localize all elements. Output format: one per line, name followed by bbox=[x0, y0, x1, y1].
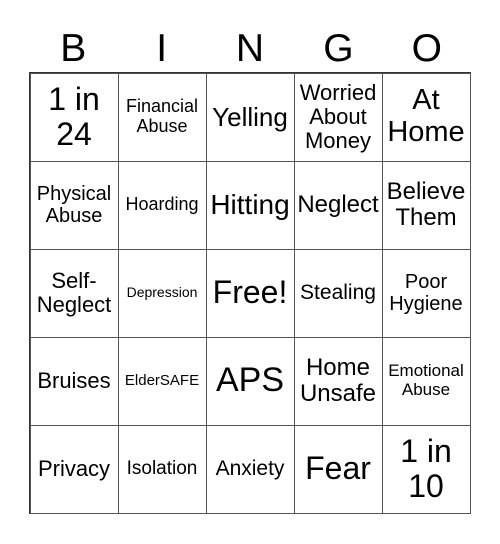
header-letter-g: G bbox=[323, 27, 354, 70]
bingo-header: B I N G O bbox=[29, 26, 471, 72]
bingo-cell[interactable]: APS bbox=[205, 336, 295, 426]
bingo-cell[interactable]: Worried About Money bbox=[293, 72, 383, 162]
bingo-cell[interactable]: Privacy bbox=[29, 424, 119, 514]
bingo-cell[interactable]: 1 in 10 bbox=[381, 424, 471, 514]
bingo-cell[interactable]: 1 in 24 bbox=[29, 72, 119, 162]
header-letter-n: N bbox=[235, 27, 265, 70]
bingo-cell[interactable]: At Home bbox=[381, 72, 471, 162]
header-letter-b: B bbox=[60, 27, 87, 70]
bingo-cell[interactable]: ElderSAFE bbox=[117, 336, 207, 426]
bingo-cell[interactable]: Fear bbox=[293, 424, 383, 514]
bingo-cell[interactable]: Hitting bbox=[205, 160, 295, 250]
bingo-grid: 1 in 24 Financial Abuse Yelling Worried Abo… bbox=[29, 72, 471, 514]
header-letter-o: O bbox=[411, 27, 442, 70]
bingo-cell[interactable]: Poor Hygiene bbox=[381, 248, 471, 338]
bingo-cell[interactable]: Free! bbox=[205, 248, 295, 338]
bingo-cell[interactable]: Physical Abuse bbox=[29, 160, 119, 250]
header-letter-i: I bbox=[156, 27, 168, 70]
bingo-cell[interactable]: Bruises bbox=[29, 336, 119, 426]
bingo-cell[interactable]: Anxiety bbox=[205, 424, 295, 514]
bingo-cell[interactable]: Isolation bbox=[117, 424, 207, 514]
bingo-cell[interactable]: Neglect bbox=[293, 160, 383, 250]
bingo-cell[interactable]: Self- Neglect bbox=[29, 248, 119, 338]
bingo-cell[interactable]: Home Unsafe bbox=[293, 336, 383, 426]
bingo-cell[interactable]: Depression bbox=[117, 248, 207, 338]
bingo-cell[interactable]: Stealing bbox=[293, 248, 383, 338]
bingo-cell[interactable]: Believe Them bbox=[381, 160, 471, 250]
bingo-cell[interactable]: Yelling bbox=[205, 72, 295, 162]
bingo-cell[interactable]: Financial Abuse bbox=[117, 72, 207, 162]
bingo-cell[interactable]: Hoarding bbox=[117, 160, 207, 250]
bingo-cell[interactable]: Emotional Abuse bbox=[381, 336, 471, 426]
